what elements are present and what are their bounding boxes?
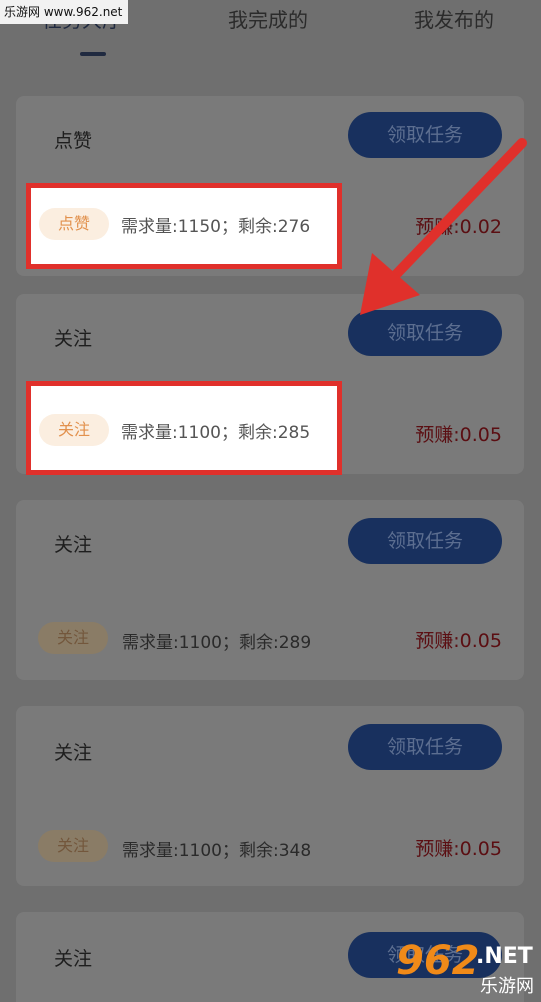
watermark-top: 乐游网 www.962.net [0, 0, 128, 24]
watermark-logo-cn: 乐游网 [480, 976, 534, 997]
task-card-4: 关注 领取任务 关注 需求量:1100；剩余:348 预赚:0.05 [16, 706, 524, 886]
tab-published[interactable]: 我发布的 [414, 4, 494, 33]
task-type-tag: 点赞 [39, 208, 109, 240]
task-quota-text: 需求量:1100；剩余:285 [121, 423, 311, 443]
highlight-box-2: 关注 需求量:1100；剩余:285 [26, 381, 342, 475]
watermark-logo: 962 .NET 乐游网 [396, 938, 541, 1002]
tab-bar: 任务大厅 我完成的 我发布的 乐游网 www.962.net [0, 0, 541, 70]
earn-amount: 预赚:0.05 [415, 630, 502, 652]
tab-completed[interactable]: 我完成的 [228, 4, 308, 33]
watermark-logo-net: .NET [476, 944, 533, 969]
task-type-tag: 关注 [38, 830, 108, 862]
arrow-annotation-icon [360, 138, 527, 315]
task-card-3: 关注 领取任务 关注 需求量:1100；剩余:289 预赚:0.05 [16, 500, 524, 680]
task-quota-text: 需求量:1100；剩余:348 [122, 841, 312, 861]
highlight-box-1: 点赞 需求量:1150；剩余:276 [26, 183, 342, 269]
earn-amount: 预赚:0.05 [415, 838, 502, 860]
task-quota-text: 需求量:1100；剩余:289 [122, 633, 312, 653]
task-type-tag: 关注 [39, 414, 109, 446]
task-title: 关注 [54, 948, 93, 970]
task-quota-text: 需求量:1150；剩余:276 [121, 217, 311, 237]
tab-active-indicator [80, 52, 106, 56]
claim-task-button[interactable]: 领取任务 [348, 518, 502, 564]
claim-task-button[interactable]: 领取任务 [348, 724, 502, 770]
task-title: 关注 [54, 534, 93, 556]
task-type-tag: 关注 [38, 622, 108, 654]
task-title: 关注 [54, 328, 93, 350]
task-title: 关注 [54, 742, 93, 764]
earn-amount: 预赚:0.05 [415, 424, 502, 446]
watermark-logo-number: 962 [396, 938, 480, 984]
task-title: 点赞 [54, 130, 93, 152]
